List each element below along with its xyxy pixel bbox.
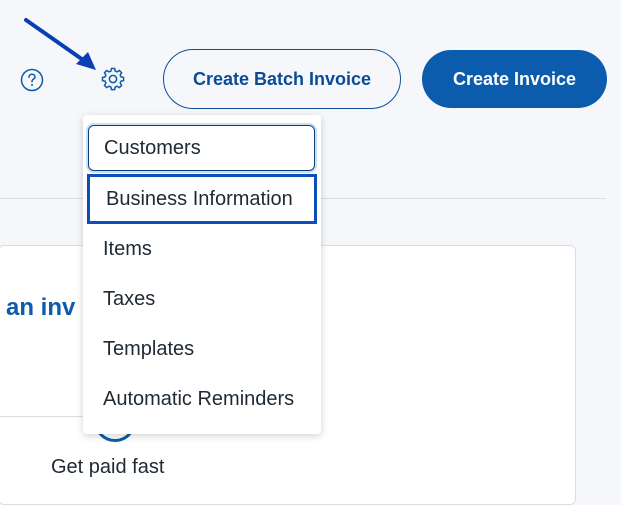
card-title: an inv bbox=[6, 294, 76, 321]
menu-item-automatic-reminders[interactable]: Automatic Reminders bbox=[83, 374, 321, 424]
card-divider bbox=[0, 416, 90, 417]
menu-item-templates[interactable]: Templates bbox=[83, 324, 321, 374]
feature-label: Get paid fast bbox=[51, 456, 165, 478]
create-batch-invoice-button[interactable]: Create Batch Invoice bbox=[163, 49, 401, 109]
annotation-arrow-icon bbox=[24, 18, 96, 70]
help-icon[interactable] bbox=[20, 68, 44, 92]
menu-item-items[interactable]: Items bbox=[83, 224, 321, 274]
menu-item-customers[interactable]: Customers bbox=[88, 125, 315, 171]
create-invoice-button[interactable]: Create Invoice bbox=[422, 50, 607, 108]
menu-item-business-information[interactable]: Business Information bbox=[87, 174, 317, 224]
settings-dropdown-menu: Customers Business Information Items Tax… bbox=[83, 115, 321, 434]
gear-icon[interactable] bbox=[100, 66, 126, 92]
menu-item-taxes[interactable]: Taxes bbox=[83, 274, 321, 324]
